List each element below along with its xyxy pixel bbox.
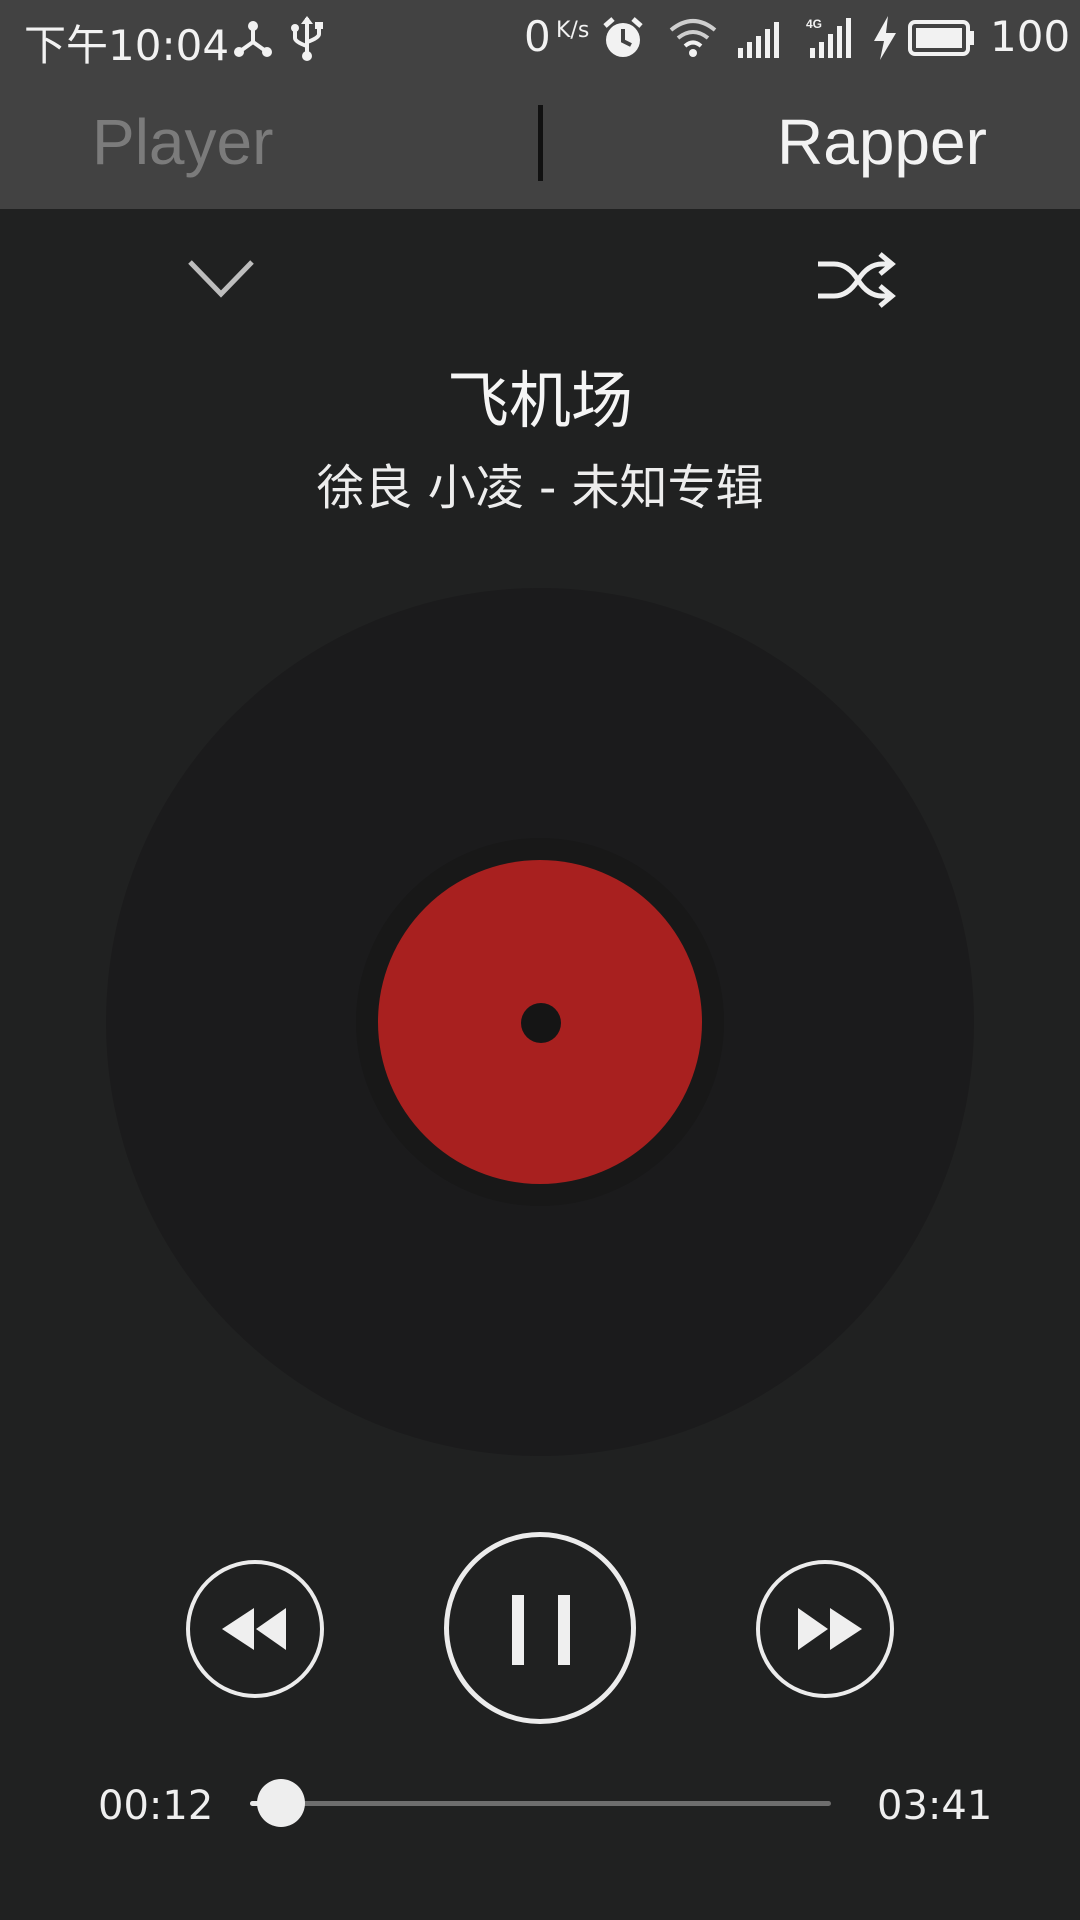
previous-button[interactable]: [186, 1560, 324, 1698]
chevron-down-icon[interactable]: [186, 256, 256, 300]
alarm-icon: [603, 17, 643, 57]
next-button[interactable]: [756, 1560, 894, 1698]
rewind-icon: [222, 1608, 286, 1650]
progress-thumb[interactable]: [257, 1779, 306, 1827]
svg-text:4G: 4G: [806, 17, 822, 31]
pause-icon: [512, 1595, 570, 1665]
song-title: 飞机场: [446, 364, 633, 437]
total-time: 03:41: [877, 1783, 993, 1829]
tab-player[interactable]: Player: [92, 105, 273, 179]
signal-icon: [738, 22, 779, 58]
status-time: 下午10:04: [24, 21, 230, 70]
usb-icon: [291, 16, 323, 61]
status-bar: 下午10:04 0 K/s 4G 100: [0, 0, 1080, 77]
record-spindle-hole: [521, 1003, 561, 1043]
4g-signal-icon: 4G: [806, 17, 851, 58]
share-hub-icon: [234, 21, 272, 57]
battery-level: 100: [990, 12, 1071, 61]
pause-button[interactable]: [444, 1532, 636, 1724]
wifi-icon: [669, 19, 717, 57]
net-speed-value: 0: [524, 12, 551, 61]
charging-icon: [874, 16, 896, 60]
battery-icon: [908, 20, 974, 56]
tab-rapper[interactable]: Rapper: [777, 105, 987, 179]
player-screen: 下午10:04 0 K/s 4G 100 Player Rapper 飞机场 徐…: [0, 0, 1080, 1920]
net-speed-unit: K/s: [556, 18, 590, 43]
tab-divider: [538, 105, 543, 181]
tab-bar: Player Rapper: [0, 77, 1080, 209]
shuffle-icon[interactable]: [816, 250, 896, 310]
fast-forward-icon: [798, 1608, 862, 1650]
song-subtitle: 徐良 小凌 - 未知专辑: [316, 460, 764, 516]
progress-track[interactable]: [250, 1779, 831, 1827]
current-time: 00:12: [98, 1783, 214, 1829]
